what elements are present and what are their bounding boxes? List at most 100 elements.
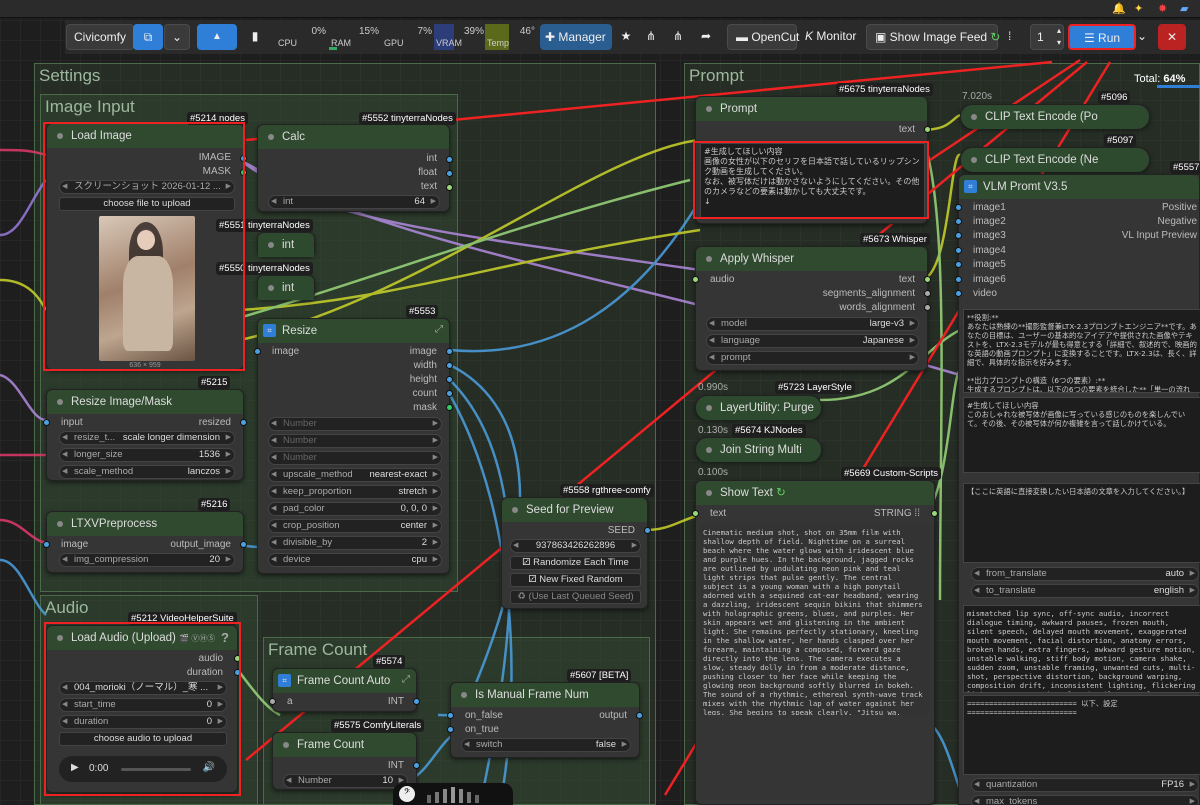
switch-toggle[interactable]: switchfalse (461, 738, 631, 752)
image-file-select[interactable]: スクリーンショット 2026-01-12 ... (59, 180, 235, 194)
node-vlm-promt[interactable]: VLM Promt V3.5 ⌗ image1 image2 image3 im… (955, 174, 1200, 805)
output-socket[interactable] (924, 290, 931, 297)
user-prompt-textarea[interactable]: #生成してほしい内容 このおしゃれな被写体が画像に写っている感じのものを楽しんで… (963, 397, 1200, 473)
input-socket[interactable] (955, 276, 962, 283)
input-socket[interactable] (955, 218, 962, 225)
output-socket[interactable] (240, 169, 247, 176)
output-socket[interactable] (413, 762, 420, 769)
language-widget[interactable]: languageJapanese (706, 334, 919, 348)
node-title[interactable]: Show Text ↻ (696, 481, 934, 505)
node-resize-image-mask[interactable]: Resize Image/Mask input resized resize_t… (43, 389, 247, 481)
output-socket[interactable] (234, 655, 241, 662)
output-socket[interactable] (446, 404, 453, 411)
node-title[interactable]: Prompt (696, 97, 927, 121)
upload-image-button[interactable]: choose file to upload (59, 197, 235, 211)
node-title[interactable]: VLM Promt V3.5 (959, 175, 1199, 199)
start-time-widget[interactable]: start_time0 (59, 698, 227, 712)
node-title[interactable]: int (258, 276, 314, 300)
node-ltxv-preprocess[interactable]: LTXVPreprocess image output_image img_co… (43, 511, 247, 573)
output-socket[interactable] (446, 362, 453, 369)
input-socket[interactable] (692, 276, 699, 283)
input-socket[interactable] (269, 698, 276, 705)
negative-prompt-textarea[interactable]: mismatched lip sync, off-sync audio, inc… (963, 605, 1200, 693)
node-title[interactable]: Load Image (47, 124, 243, 148)
node-seed-for-preview[interactable]: Seed for Preview SEED 937863426262896 ⚂ … (501, 497, 651, 609)
randomize-button[interactable]: ⚂ Randomize Each Time (510, 556, 641, 570)
duration-widget[interactable]: duration0 (59, 715, 227, 729)
node-clip-positive[interactable]: CLIP Text Encode (Po (960, 104, 1150, 129)
max-tokens-widget[interactable]: max_tokens (971, 795, 1199, 805)
model-widget[interactable]: modellarge-v3 (706, 317, 919, 331)
node-frame-count[interactable]: Frame Count INT Number10 (272, 732, 420, 790)
number-widget[interactable]: Number (268, 434, 442, 448)
node-title[interactable]: Calc (258, 125, 449, 149)
node-title[interactable]: Is Manual Frame Num (451, 683, 639, 707)
node-title[interactable]: LTXVPreprocess (47, 512, 243, 536)
to-translate-widget[interactable]: to_translateenglish (971, 584, 1199, 598)
number-widget[interactable]: Number (268, 451, 442, 465)
input-socket[interactable] (955, 261, 962, 268)
input-socket[interactable] (447, 712, 454, 719)
node-int-1[interactable]: int (257, 232, 315, 257)
output-socket[interactable] (924, 304, 931, 311)
output-socket[interactable] (636, 712, 643, 719)
input-socket[interactable] (254, 348, 261, 355)
expand-icon[interactable]: ⤢ (435, 324, 443, 335)
node-title[interactable]: int (258, 233, 314, 257)
node-title[interactable]: Seed for Preview (502, 498, 647, 522)
audio-player[interactable]: ▶ 0:00 🔊 (59, 756, 227, 782)
output-socket[interactable] (240, 419, 247, 426)
audio-file-select[interactable]: 004_morioki（ノーマル）_寒 ... (59, 681, 227, 695)
node-show-text[interactable]: Show Text ↻ text STRING ⁞⁞ Cinematic med… (692, 480, 938, 805)
play-icon[interactable]: ▶ (71, 762, 79, 773)
output-socket[interactable] (234, 669, 241, 676)
output-socket[interactable] (446, 348, 453, 355)
graph-canvas[interactable]: 🔔 ✦ ✸ ▰ Civicomfy ⧉ ⌄ ▲ ▮ CPU 0% RAM 15% G… (0, 0, 1200, 805)
output-socket[interactable] (924, 276, 931, 283)
node-title[interactable]: Load Audio (Upload) 🎬 ⓋⒽⓈ (47, 626, 237, 650)
output-socket[interactable] (446, 184, 453, 191)
node-is-manual-frame-num[interactable]: Is Manual Frame Num on_false on_true out… (447, 682, 643, 758)
input-socket[interactable] (955, 232, 962, 239)
node-resize[interactable]: Resize ⌗ ⤢ image image width height coun… (254, 318, 453, 574)
input-socket[interactable] (43, 419, 50, 426)
node-title[interactable]: LayerUtility: Purge (696, 396, 821, 420)
node-title[interactable]: Apply Whisper (696, 247, 927, 271)
input-socket[interactable] (43, 541, 50, 548)
node-load-audio[interactable]: Load Audio (Upload) 🎬 ⓋⒽⓈ ? audio durati… (46, 625, 241, 793)
output-socket[interactable] (240, 541, 247, 548)
node-title[interactable]: CLIP Text Encode (Po (961, 105, 1149, 129)
number-widget[interactable]: Number10 (283, 774, 408, 788)
output-socket[interactable] (446, 170, 453, 177)
output-socket[interactable] (446, 390, 453, 397)
output-socket[interactable] (924, 126, 931, 133)
prompt-widget[interactable]: prompt (706, 351, 919, 365)
input-socket[interactable] (955, 290, 962, 297)
resize-type-widget[interactable]: resize_t...scale longer dimension (59, 431, 235, 445)
node-title[interactable]: Join String Multi (696, 438, 821, 462)
node-calc[interactable]: Calc int float text int64 (257, 124, 453, 212)
output-socket[interactable] (240, 155, 247, 162)
show-text-output[interactable]: Cinematic medium shot, shot on 35mm film… (700, 525, 930, 715)
audio-seek-bar[interactable] (121, 768, 191, 771)
int-widget[interactable]: int64 (268, 195, 440, 209)
keep-proportion-widget[interactable]: keep_proportionstretch (268, 485, 442, 499)
node-apply-whisper[interactable]: Apply Whisper audio text segments_alignm… (692, 246, 931, 371)
divisible-by-widget[interactable]: divisible_by2 (268, 536, 442, 550)
pad-color-widget[interactable]: pad_color0, 0, 0 (268, 502, 442, 516)
node-load-image[interactable]: Load Image IMAGE MASK スクリーンショット 2026-01-… (46, 123, 247, 370)
node-title[interactable]: Frame Count Auto (273, 669, 416, 693)
input-socket[interactable] (955, 204, 962, 211)
upscale-method-widget[interactable]: upscale_methodnearest-exact (268, 468, 442, 482)
device-widget[interactable]: devicecpu (268, 553, 442, 567)
node-title[interactable]: Resize (258, 319, 449, 343)
output-socket[interactable] (931, 510, 938, 517)
output-socket[interactable] (413, 698, 420, 705)
longer-size-widget[interactable]: longer_size1536 (59, 448, 235, 462)
number-widget[interactable]: Number (268, 417, 442, 431)
node-title[interactable]: CLIP Text Encode (Ne (961, 148, 1149, 172)
output-socket[interactable] (446, 376, 453, 383)
from-translate-widget[interactable]: from_translateauto (971, 567, 1199, 581)
node-prompt[interactable]: Prompt text #生成してほしい内容 画像の女性が以下のセリフを日本語で… (695, 96, 931, 224)
quantization-widget[interactable]: quantizationFP16 (971, 778, 1199, 792)
